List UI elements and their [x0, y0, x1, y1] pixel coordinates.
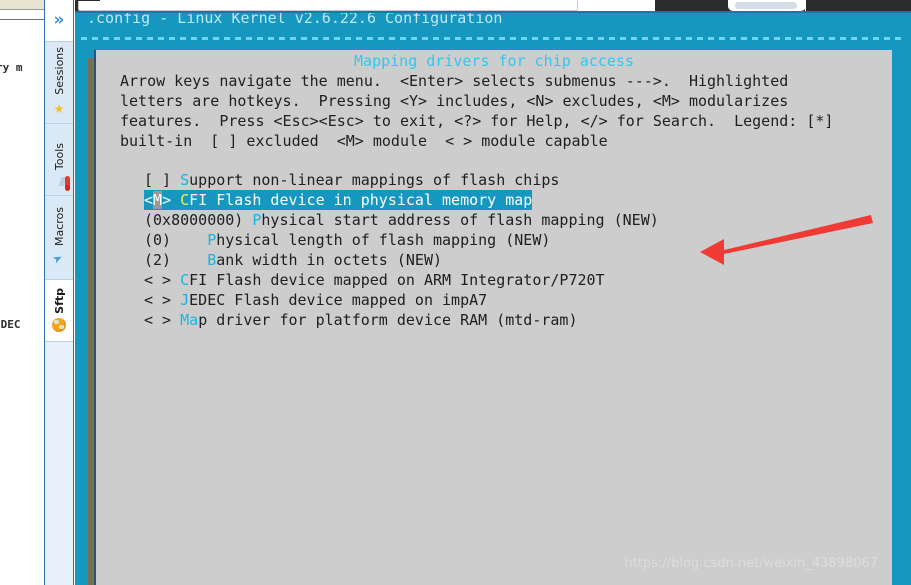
- menu-item[interactable]: (2) Bank width in octets (NEW): [144, 250, 659, 270]
- menu-item-hotkey: B: [207, 251, 217, 269]
- menu-item-tag: < >: [144, 291, 181, 309]
- menu-item-hotkey: P: [207, 231, 217, 249]
- chevron-double-right-icon: »: [53, 10, 65, 30]
- menu-item[interactable]: [ ] Support non-linear mappings of flash…: [144, 170, 659, 190]
- help-line: Arrow keys navigate the menu. <Enter> se…: [120, 72, 789, 90]
- terminal-top-edge: [75, 11, 911, 13]
- menu-item-tag: (0x8000000): [144, 211, 253, 229]
- sidebar-tab-macros[interactable]: Macros ➤: [45, 196, 73, 280]
- annotation-arrow-icon: [700, 215, 873, 265]
- dialog-shadow: [88, 58, 94, 585]
- menu-item-tag: (0): [144, 231, 208, 249]
- menu-item[interactable]: (0x8000000) Physical start address of fl…: [144, 210, 659, 230]
- watermark-text: https://blog.csdn.net/weixin_43898067: [624, 556, 878, 571]
- menu-item-tag: <: [144, 191, 154, 209]
- help-line: letters are hotkeys. Pressing <Y> includ…: [120, 92, 789, 110]
- menu-item-label: p driver for platform device RAM (mtd-ra…: [198, 311, 578, 329]
- menu-item-label: FI Flash device mapped on ARM Integrator…: [189, 271, 605, 289]
- menu-item-row[interactable]: [ ] Support non-linear mappings of flash…: [144, 170, 659, 190]
- menuconfig-dialog: Mapping drivers for chip access Arrow ke…: [88, 50, 892, 585]
- menu-item-row[interactable]: < > Map driver for platform device RAM (…: [144, 310, 659, 330]
- menu-item-tag: >: [162, 191, 181, 209]
- menu-item-label: FI Flash device in physical memory map: [189, 191, 533, 209]
- menu-item-tag: < >: [144, 311, 181, 329]
- menu-item[interactable]: <M> CFI Flash device in physical memory …: [144, 190, 659, 210]
- globe-icon: [52, 318, 66, 333]
- background-window-field: [78, 1, 578, 11]
- sidebar-tab-sessions[interactable]: Sessions ★: [45, 42, 73, 124]
- background-toolbar-strip: [0, 0, 44, 9]
- sidebar: » Sessions ★ Tools Macros ➤ Sftp: [44, 0, 74, 585]
- menu-item-hotkey: C: [180, 271, 190, 289]
- help-line: built-in [ ] excluded <M> module < > mod…: [120, 132, 608, 150]
- menu-item-hotkey: S: [180, 171, 190, 189]
- terminal-window: .config - Linux Kernel v2.6.22.6 Configu…: [75, 0, 911, 585]
- menu-item-tag: [ ]: [144, 171, 181, 189]
- sidebar-tab-strip: » Sessions ★ Tools Macros ➤ Sftp: [45, 0, 73, 342]
- background-app-panel: ry m EDEC: [0, 0, 44, 585]
- title-dotted-separator: [81, 37, 905, 40]
- background-text-fragment-bottom: EDEC: [0, 318, 21, 331]
- menu-item[interactable]: < > Map driver for platform device RAM (…: [144, 310, 659, 330]
- menu-item-hotkey: Ma: [180, 311, 199, 329]
- sidebar-tab-tools[interactable]: Tools: [45, 124, 73, 196]
- menu-item-label: hysical length of flash mapping (NEW): [216, 231, 551, 249]
- menu-item-row[interactable]: (0) Physical length of flash mapping (NE…: [144, 230, 659, 250]
- help-line: features. Press <Esc><Esc> to exit, <?> …: [120, 112, 834, 130]
- help-text: Arrow keys navigate the menu. <Enter> se…: [120, 71, 833, 151]
- menu-item-list: [ ] Support non-linear mappings of flash…: [144, 170, 659, 330]
- menu-item-label: EDEC Flash device mapped on impA7: [189, 291, 488, 309]
- star-icon: ★: [53, 97, 65, 118]
- sidebar-tab-label: Sftp: [52, 287, 66, 314]
- menu-item-selected[interactable]: <M> CFI Flash device in physical memory …: [144, 190, 533, 210]
- sidebar-expand-button[interactable]: »: [45, 0, 73, 42]
- divider: [0, 19, 44, 20]
- menu-item-hotkey: J: [180, 291, 190, 309]
- menu-item-row[interactable]: (0x8000000) Physical start address of fl…: [144, 210, 659, 230]
- menu-item-row[interactable]: < > JEDEC Flash device mapped on impA7: [144, 290, 659, 310]
- menu-heading: Mapping drivers for chip access: [354, 52, 634, 70]
- menu-item-label: ank width in octets (NEW): [216, 251, 443, 269]
- menu-item[interactable]: (0) Physical length of flash mapping (NE…: [144, 230, 659, 250]
- menu-item-label: hysical start address of flash mapping (…: [261, 211, 659, 229]
- menu-item-row[interactable]: < > CFI Flash device mapped on ARM Integ…: [144, 270, 659, 290]
- menu-item-tag: < >: [144, 271, 181, 289]
- paper-plane-icon: ➤: [49, 248, 68, 270]
- menu-item-row[interactable]: (2) Bank width in octets (NEW): [144, 250, 659, 270]
- sidebar-tab-label: Macros: [52, 206, 66, 247]
- sidebar-tab-label: Sessions: [52, 47, 66, 95]
- menu-item-label: upport non-linear mappings of flash chip…: [189, 171, 560, 189]
- menu-item[interactable]: < > JEDEC Flash device mapped on impA7: [144, 290, 659, 310]
- chrome-tab-inner: [735, 2, 797, 9]
- background-blank-row: [0, 10, 44, 19]
- menu-item-tag: (2): [144, 251, 208, 269]
- background-text-fragment-top: ry m: [0, 61, 23, 74]
- chrome-dark-right: [806, 0, 911, 11]
- menu-item-cursor: M: [153, 191, 163, 209]
- sidebar-tab-sftp[interactable]: Sftp: [45, 280, 73, 342]
- sidebar-tab-label: Tools: [52, 142, 66, 171]
- menu-item[interactable]: < > CFI Flash device mapped on ARM Integ…: [144, 270, 659, 290]
- menu-item-hotkey: C: [180, 191, 190, 209]
